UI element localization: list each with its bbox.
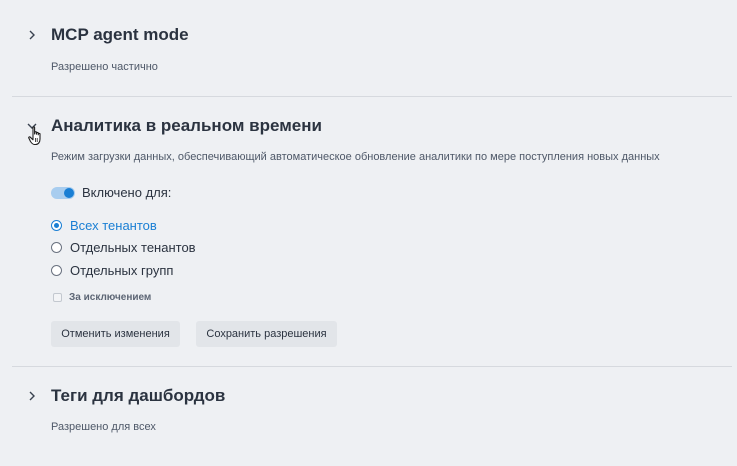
section-description: Режим загрузки данных, обеспечивающий ав… xyxy=(51,151,660,163)
enabled-toggle[interactable] xyxy=(51,187,75,199)
chevron-right-icon[interactable] xyxy=(26,390,38,402)
exclusion-label: За исключением xyxy=(69,292,152,303)
toggle-label: Включено для: xyxy=(82,185,172,200)
radio-label: Всех тенантов xyxy=(70,217,157,233)
radio-button[interactable] xyxy=(51,264,62,276)
save-permissions-button[interactable]: Сохранить разрешения xyxy=(196,321,337,347)
cancel-changes-button[interactable]: Отменить изменения xyxy=(51,321,180,347)
section-title[interactable]: Аналитика в реальном времени xyxy=(51,116,322,136)
section-title[interactable]: Теги для дашбордов xyxy=(51,386,225,406)
divider xyxy=(12,96,732,97)
radio-button[interactable] xyxy=(51,241,62,253)
section-title[interactable]: MCP agent mode xyxy=(51,25,189,45)
divider xyxy=(12,366,732,367)
radio-all-tenants[interactable]: Всех тенантов xyxy=(51,217,157,233)
radio-button[interactable] xyxy=(51,219,62,231)
toggle-knob xyxy=(64,188,74,198)
radio-specific-groups[interactable]: Отдельных групп xyxy=(51,262,173,278)
hand-pointer-cursor xyxy=(28,126,46,151)
section-status: Разрешено для всех xyxy=(51,421,156,433)
radio-specific-tenants[interactable]: Отдельных тенантов xyxy=(51,239,196,255)
radio-label: Отдельных тенантов xyxy=(70,239,196,255)
radio-label: Отдельных групп xyxy=(70,262,174,278)
chevron-right-icon[interactable] xyxy=(26,29,38,41)
section-status: Разрешено частично xyxy=(51,61,158,73)
exclusion-checkbox[interactable] xyxy=(53,293,62,302)
